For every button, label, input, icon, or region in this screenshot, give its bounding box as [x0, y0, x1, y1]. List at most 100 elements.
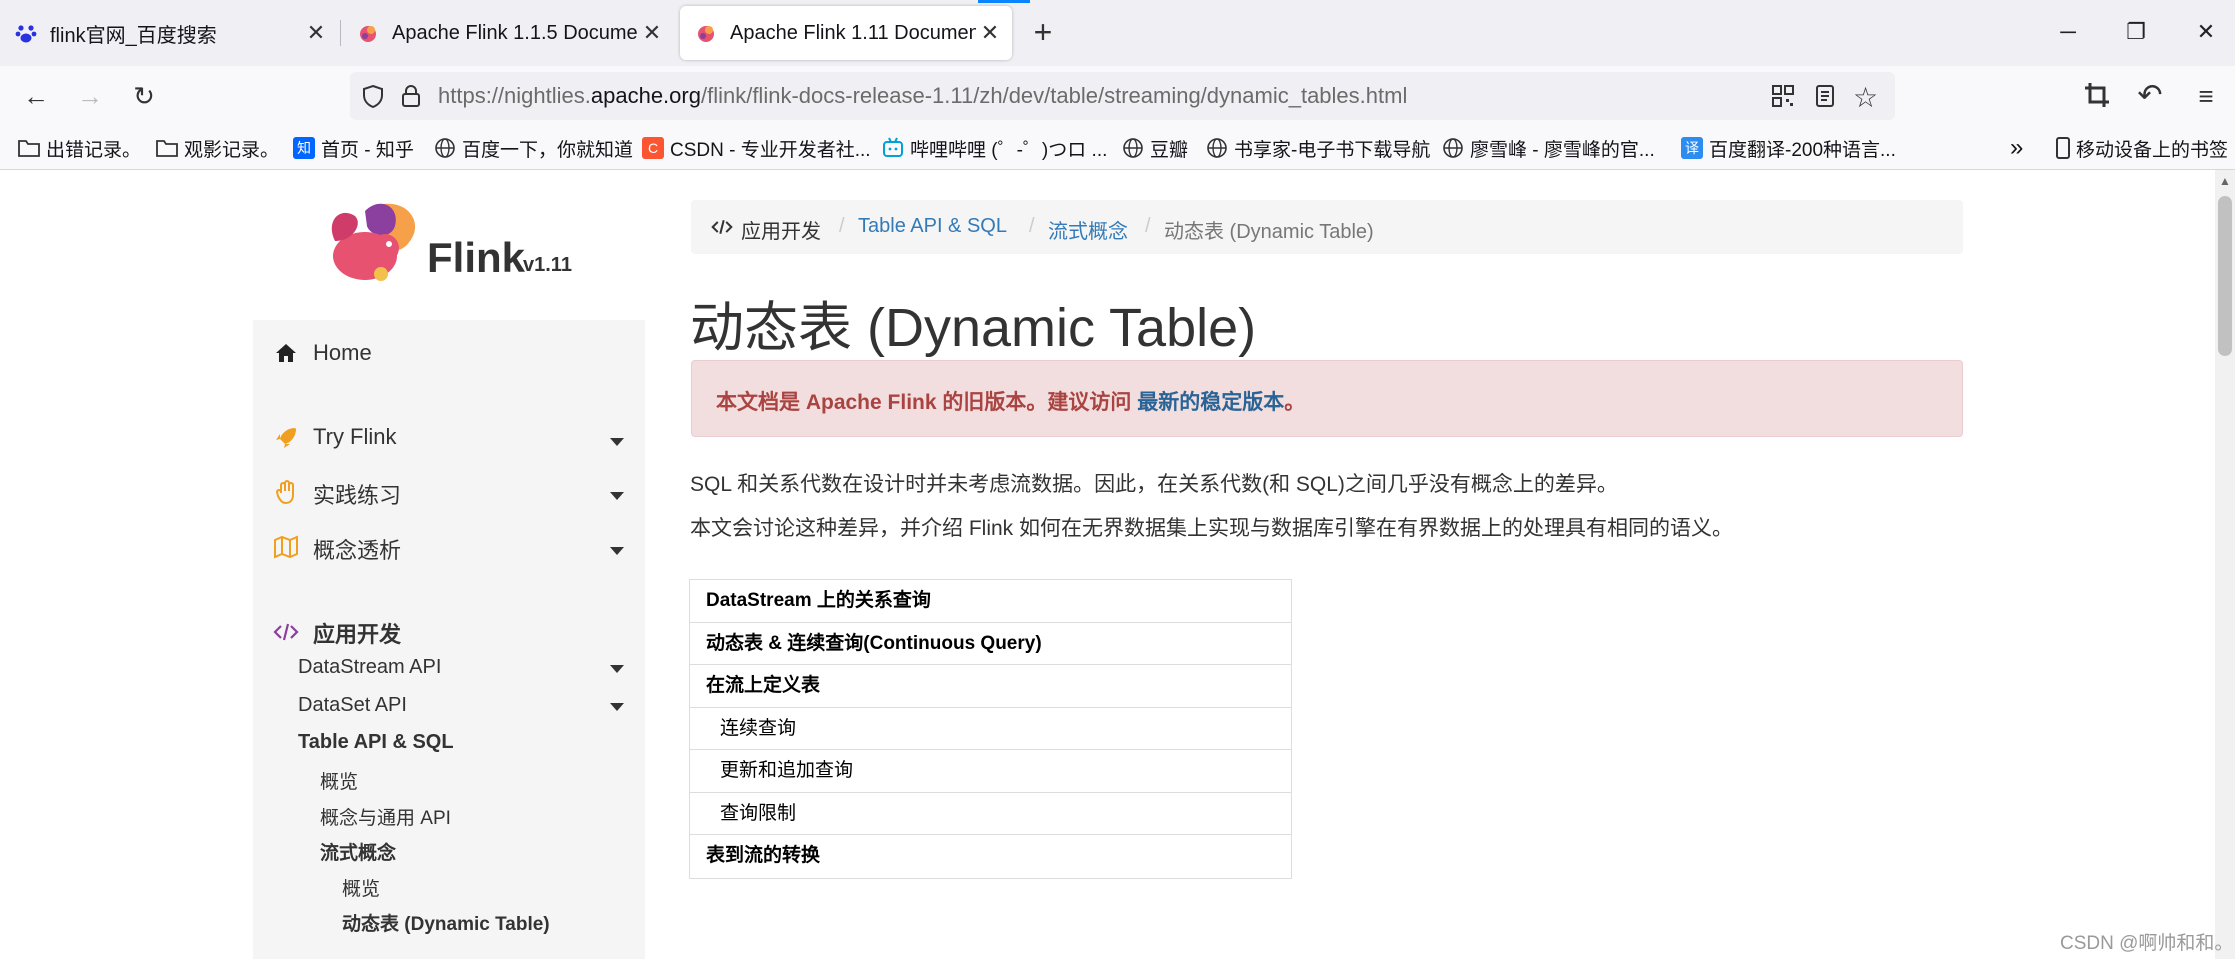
bookmark-zhihu[interactable]: 知 首页 - 知乎	[293, 133, 414, 163]
flink-squirrel-icon	[694, 21, 718, 45]
table-of-contents: DataStream 上的关系查询 动态表 & 连续查询(Continuous …	[689, 579, 1292, 879]
old-version-alert: 本文档是 Apache Flink 的旧版本。建议访问 最新的稳定版本。	[691, 360, 1963, 437]
tab-bar: flink官网_百度搜索 ✕ Apache Flink 1.1.5 Docume…	[0, 0, 2235, 66]
bookmark-star-icon[interactable]: ☆	[1853, 81, 1878, 114]
bookmark-label: 观影记录。	[184, 139, 280, 161]
close-window-button[interactable]: ✕	[2184, 12, 2228, 52]
sidebar-item-try-flink[interactable]: Try Flink	[313, 424, 397, 450]
bookmark-label: 移动设备上的书签	[2076, 139, 2229, 161]
sidebar-item-datastream[interactable]: DataStream API	[298, 656, 441, 679]
bookmark-label: 首页 - 知乎	[321, 139, 414, 161]
toc-item[interactable]: DataStream 上的关系查询	[690, 580, 1291, 623]
url-path: /flink/flink-docs-release-1.11/zh/dev/ta…	[700, 83, 1408, 108]
toc-item[interactable]: 在流上定义表	[690, 665, 1291, 708]
address-bar[interactable]: https://nightlies.apache.org/flink/flink…	[350, 72, 1895, 120]
mobile-bookmarks[interactable]: 移动设备上的书签	[2056, 133, 2228, 163]
page-scrollbar[interactable]: ▲	[2215, 170, 2235, 959]
toc-item[interactable]: 表到流的转换	[690, 835, 1291, 878]
scrollbar-thumb[interactable]	[2218, 196, 2232, 356]
map-icon	[273, 534, 299, 560]
tab-title: Apache Flink 1.11 Documentation	[730, 21, 976, 44]
tab-flink-1-1-5[interactable]: Apache Flink 1.1.5 Documentation ✕	[342, 6, 674, 60]
toc-item[interactable]: 动态表 & 连续查询(Continuous Query)	[690, 623, 1291, 665]
tab-flink-1-11[interactable]: Apache Flink 1.11 Documentation ✕	[680, 6, 1012, 60]
reader-view-icon[interactable]	[1812, 83, 1838, 109]
page-content: Flink v1.11 Home Try Flink 实践练习 概念透析 应用开…	[0, 170, 2235, 959]
rocket-icon	[273, 425, 299, 451]
url-text[interactable]: https://nightlies.apache.org/flink/flink…	[438, 83, 1407, 109]
bookmark-csdn[interactable]: C CSDN - 专业开发者社...	[642, 133, 871, 163]
screenshot-crop-icon[interactable]	[2082, 80, 2112, 110]
qr-code-icon[interactable]	[1770, 83, 1796, 109]
bilibili-tv-icon	[882, 137, 904, 159]
sidebar-item-streaming-overview[interactable]: 概览	[342, 874, 380, 901]
sidebar-item-app-dev[interactable]: 应用开发	[313, 617, 401, 649]
bookmark-bilibili[interactable]: 哔哩哔哩 (゜-゜)つロ ...	[882, 133, 1107, 163]
chevron-down-icon[interactable]	[610, 438, 624, 446]
bookmark-label: 豆瓣	[1150, 139, 1189, 161]
more-bookmarks-chevron-icon[interactable]: »	[2010, 133, 2023, 163]
folder-icon	[18, 137, 40, 159]
minimize-button[interactable]: ─	[2046, 12, 2090, 52]
alert-message: 本文档是 Apache Flink 的旧版本。建议访问 最新的稳定版本。	[716, 386, 1305, 416]
globe-icon	[1442, 137, 1464, 159]
breadcrumb-current: 动态表 (Dynamic Table)	[1164, 221, 1374, 243]
shield-icon[interactable]	[360, 83, 386, 109]
breadcrumb-streaming[interactable]: 流式概念	[1048, 215, 1128, 244]
breadcrumb-separator: /	[839, 215, 845, 237]
close-tab-icon[interactable]: ✕	[638, 20, 666, 46]
sidebar-item-overview[interactable]: 概览	[320, 767, 358, 794]
chevron-down-icon[interactable]	[610, 665, 624, 673]
lock-icon[interactable]	[398, 83, 424, 109]
toc-item[interactable]: 连续查询	[690, 708, 1291, 750]
bookmark-baidu[interactable]: 百度一下，你就知道	[434, 133, 633, 163]
menu-icon[interactable]: ≡	[2190, 80, 2222, 112]
chevron-down-icon[interactable]	[610, 547, 624, 555]
sidebar-item-table-sql[interactable]: Table API & SQL	[298, 731, 454, 754]
undo-icon[interactable]: ↶	[2134, 80, 2166, 112]
bookmark-folder-movies[interactable]: 观影记录。	[156, 133, 279, 163]
chevron-down-icon[interactable]	[610, 703, 624, 711]
bookmark-shuxiangjia[interactable]: 书享家-电子书下载导航	[1206, 133, 1430, 163]
close-tab-icon[interactable]: ✕	[976, 20, 1004, 46]
breadcrumb-table-sql[interactable]: Table API & SQL	[858, 215, 1007, 238]
url-prefix: https://nightlies.	[438, 83, 591, 108]
toc-item[interactable]: 查询限制	[690, 793, 1291, 835]
globe-icon	[434, 137, 456, 159]
sidebar-item-dynamic-table[interactable]: 动态表 (Dynamic Table)	[342, 909, 550, 936]
sidebar-item-concepts-api[interactable]: 概念与通用 API	[320, 803, 451, 830]
toc-item[interactable]: 更新和追加查询	[690, 750, 1291, 793]
bookmark-label: 百度翻译-200种语言...	[1709, 139, 1896, 161]
csdn-icon: C	[642, 137, 664, 159]
forward-button[interactable]: →	[74, 80, 106, 112]
url-domain: apache.org	[590, 83, 701, 108]
bookmark-baidu-translate[interactable]: 译 百度翻译-200种语言...	[1681, 133, 1896, 163]
restore-button[interactable]: ❐	[2114, 12, 2158, 52]
mobile-device-icon	[2056, 137, 2070, 159]
globe-icon	[1206, 137, 1228, 159]
reload-button[interactable]: ↻	[128, 80, 160, 112]
chevron-down-icon[interactable]	[610, 492, 624, 500]
sidebar-item-dataset[interactable]: DataSet API	[298, 694, 407, 717]
new-tab-button[interactable]: +	[1024, 14, 1062, 52]
bookmark-liaoxuefeng[interactable]: 廖雪峰 - 廖雪峰的官...	[1442, 133, 1655, 163]
home-icon	[273, 340, 299, 366]
sidebar-item-practice[interactable]: 实践练习	[313, 478, 401, 510]
close-tab-icon[interactable]: ✕	[302, 20, 330, 46]
sidebar-item-home[interactable]: Home	[313, 340, 372, 366]
translate-icon: 译	[1681, 137, 1703, 159]
bookmark-folder-errors[interactable]: 出错记录。	[18, 133, 141, 163]
hand-icon	[273, 479, 299, 505]
loading-indicator	[978, 0, 1030, 3]
back-button[interactable]: ←	[20, 80, 52, 112]
scroll-up-arrow-icon[interactable]: ▲	[2219, 174, 2231, 188]
sidebar-item-concepts[interactable]: 概念透析	[313, 533, 401, 565]
stable-version-link[interactable]: 最新的稳定版本	[1137, 391, 1284, 414]
tab-baidu-search[interactable]: flink官网_百度搜索 ✕	[0, 6, 338, 60]
breadcrumb-app-dev[interactable]: 应用开发	[741, 215, 821, 244]
code-icon	[273, 619, 299, 645]
bookmark-douban[interactable]: 豆瓣	[1122, 133, 1188, 163]
sidebar-item-streaming[interactable]: 流式概念	[320, 838, 396, 865]
alert-text: 本文档是 Apache Flink 的旧版本。建议访问	[716, 391, 1138, 414]
flink-logo[interactable]: Flink v1.11	[325, 196, 575, 286]
